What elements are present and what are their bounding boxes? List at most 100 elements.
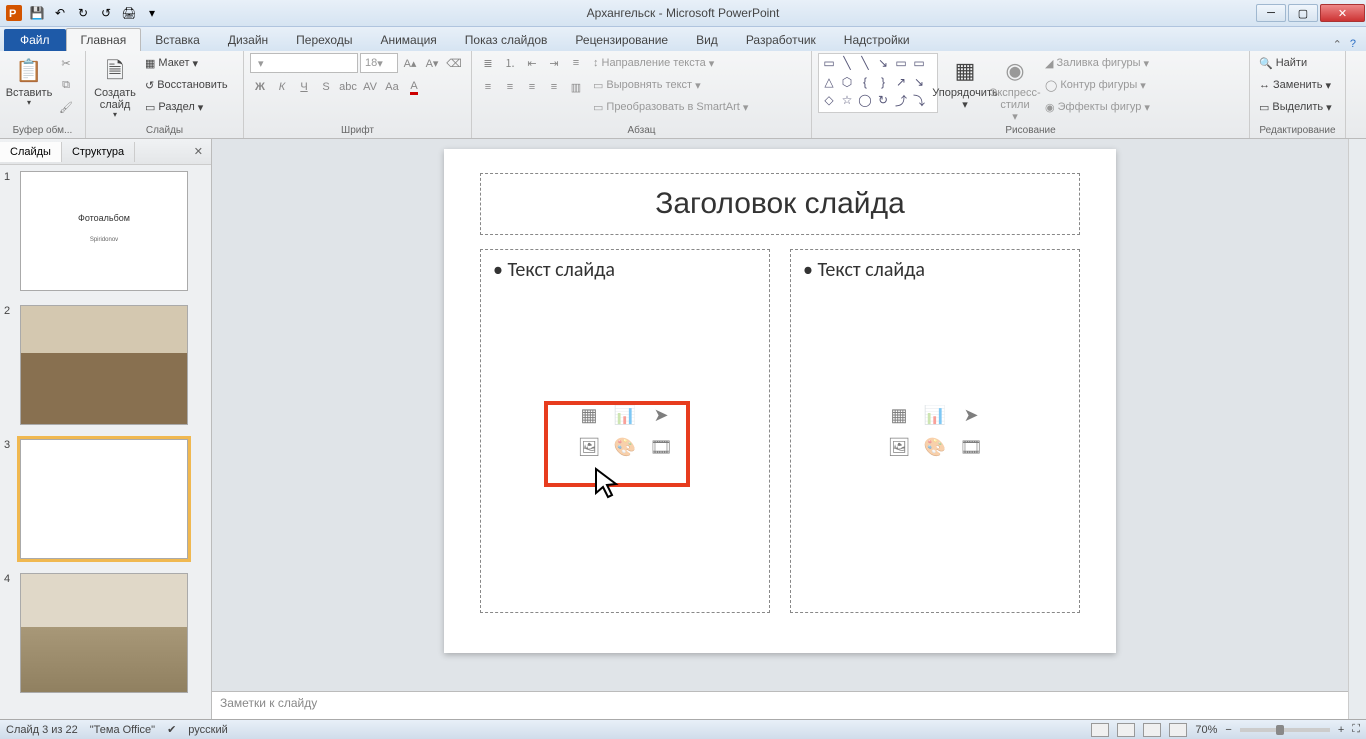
- undo-icon[interactable]: ↶: [50, 3, 70, 23]
- close-button[interactable]: ✕: [1320, 4, 1365, 22]
- tab-review[interactable]: Рецензирование: [561, 29, 682, 51]
- zoom-out-icon[interactable]: −: [1225, 724, 1231, 736]
- tab-design[interactable]: Дизайн: [214, 29, 282, 51]
- insert-clipart-icon[interactable]: 🎨: [609, 433, 641, 461]
- tab-home[interactable]: Главная: [66, 28, 142, 51]
- font-color-icon[interactable]: A: [404, 77, 424, 97]
- section-button[interactable]: ▭ Раздел ▾: [142, 97, 231, 117]
- bullets-icon[interactable]: ≣: [478, 53, 498, 73]
- print-icon[interactable]: 🖨: [119, 3, 139, 23]
- underline-icon[interactable]: Ч: [294, 77, 314, 97]
- paste-button[interactable]: 📋 Вставить ▾: [6, 53, 52, 108]
- fit-slide-icon[interactable]: ⛶: [1352, 723, 1360, 736]
- font-size-combo[interactable]: 18 ▾: [360, 53, 398, 73]
- file-tab[interactable]: Файл: [4, 29, 66, 51]
- cut-icon[interactable]: ✂: [56, 53, 76, 73]
- tab-animation[interactable]: Анимация: [366, 29, 450, 51]
- justify-icon[interactable]: ≡: [544, 77, 564, 97]
- layout-button[interactable]: ▦ Макет ▾: [142, 53, 231, 73]
- tab-developer[interactable]: Разработчик: [732, 29, 830, 51]
- thumb-row[interactable]: 1 Фотоальбом Spiridonov: [4, 171, 207, 291]
- insert-media-icon[interactable]: 🎞: [955, 433, 987, 461]
- insert-table-icon[interactable]: ▦: [883, 401, 915, 429]
- notes-pane[interactable]: Заметки к слайду: [212, 691, 1348, 719]
- tab-slideshow[interactable]: Показ слайдов: [451, 29, 562, 51]
- align-right-icon[interactable]: ≡: [522, 77, 542, 97]
- tab-addins[interactable]: Надстройки: [830, 29, 924, 51]
- thumb-row[interactable]: 2: [4, 305, 207, 425]
- find-button[interactable]: 🔍 Найти: [1256, 53, 1335, 73]
- arrange-button[interactable]: ▦ Упорядочить▾: [942, 53, 988, 111]
- thumb-row[interactable]: 4: [4, 573, 207, 693]
- shapes-gallery[interactable]: ▭╲╲↘▭▭ △⬡{}↗↘ ◇☆◯↻⤴⤵: [818, 53, 938, 113]
- insert-chart-icon[interactable]: 📊: [609, 401, 641, 429]
- quick-styles-button[interactable]: ◉ Экспресс-стили▾: [992, 53, 1038, 123]
- tab-view[interactable]: Вид: [682, 29, 732, 51]
- thumb-slide-2[interactable]: [20, 305, 188, 425]
- insert-clipart-icon[interactable]: 🎨: [919, 433, 951, 461]
- align-left-icon[interactable]: ≡: [478, 77, 498, 97]
- thumb-row[interactable]: 3: [4, 439, 207, 559]
- insert-chart-icon[interactable]: 📊: [919, 401, 951, 429]
- insert-table-icon[interactable]: ▦: [573, 401, 605, 429]
- slideshow-view-icon[interactable]: [1169, 723, 1187, 737]
- minimize-ribbon-icon[interactable]: ⌃: [1333, 38, 1342, 51]
- help-icon[interactable]: ?: [1350, 38, 1356, 51]
- thumb-slide-4[interactable]: [20, 573, 188, 693]
- new-slide-button[interactable]: 🗎 Создать слайд ▾: [92, 53, 138, 120]
- change-case-icon[interactable]: Aa: [382, 77, 402, 97]
- replace-button[interactable]: ↔ Заменить ▾: [1256, 75, 1335, 95]
- content-placeholder-right[interactable]: Текст слайда ▦ 📊 ➤ 🖼 🎨 🎞: [790, 249, 1080, 613]
- spacing-icon[interactable]: AV: [360, 77, 380, 97]
- align-center-icon[interactable]: ≡: [500, 77, 520, 97]
- format-painter-icon[interactable]: 🖌: [56, 97, 76, 117]
- content-placeholder-left[interactable]: Текст слайда ▦ 📊 ➤ 🖼 🎨 🎞: [480, 249, 770, 613]
- dec-indent-icon[interactable]: ⇤: [522, 53, 542, 73]
- tab-outline[interactable]: Структура: [62, 142, 135, 162]
- columns-icon[interactable]: ▥: [566, 77, 586, 97]
- vertical-scrollbar[interactable]: [1348, 139, 1366, 719]
- shrink-font-icon[interactable]: A▾: [422, 53, 442, 73]
- font-name-combo[interactable]: ▾: [250, 53, 358, 73]
- insert-picture-icon[interactable]: 🖼: [573, 433, 605, 461]
- reading-view-icon[interactable]: [1143, 723, 1161, 737]
- italic-icon[interactable]: К: [272, 77, 292, 97]
- text-direction-button[interactable]: ↕ Направление текста ▾: [590, 53, 751, 73]
- title-placeholder[interactable]: Заголовок слайда: [480, 173, 1080, 235]
- redo-icon[interactable]: ↻: [73, 3, 93, 23]
- inc-indent-icon[interactable]: ⇥: [544, 53, 564, 73]
- clear-format-icon[interactable]: ⌫: [444, 53, 464, 73]
- minimize-button[interactable]: ─: [1256, 4, 1286, 22]
- save-icon[interactable]: 💾: [27, 3, 47, 23]
- shape-outline-button[interactable]: ◯ Контур фигуры ▾: [1042, 75, 1153, 95]
- sorter-view-icon[interactable]: [1117, 723, 1135, 737]
- insert-smartart-icon[interactable]: ➤: [645, 401, 677, 429]
- status-language[interactable]: русский: [188, 724, 227, 736]
- smartart-button[interactable]: ▭ Преобразовать в SmartArt ▾: [590, 97, 751, 117]
- shape-effects-button[interactable]: ◉ Эффекты фигур ▾: [1042, 97, 1153, 117]
- select-button[interactable]: ▭ Выделить ▾: [1256, 97, 1335, 117]
- insert-picture-icon[interactable]: 🖼: [883, 433, 915, 461]
- tab-insert[interactable]: Вставка: [141, 29, 214, 51]
- insert-smartart-icon[interactable]: ➤: [955, 401, 987, 429]
- slide-canvas[interactable]: Заголовок слайда Текст слайда ▦ 📊 ➤ 🖼 🎨 …: [212, 139, 1348, 691]
- numbering-icon[interactable]: ⒈: [500, 53, 520, 73]
- zoom-slider[interactable]: [1240, 728, 1330, 732]
- line-spacing-icon[interactable]: ≡: [566, 53, 586, 73]
- tab-slides[interactable]: Слайды: [0, 142, 62, 162]
- qat-customize-icon[interactable]: ▾: [142, 3, 162, 23]
- grow-font-icon[interactable]: A▴: [400, 53, 420, 73]
- panel-close-icon[interactable]: ✕: [186, 145, 211, 158]
- thumbnail-list[interactable]: 1 Фотоальбом Spiridonov 2 3 4: [0, 165, 211, 719]
- repeat-icon[interactable]: ↺: [96, 3, 116, 23]
- insert-media-icon[interactable]: 🎞: [645, 433, 677, 461]
- zoom-in-icon[interactable]: +: [1338, 724, 1344, 736]
- maximize-button[interactable]: ▢: [1288, 4, 1318, 22]
- strike-icon[interactable]: S: [316, 77, 336, 97]
- shadow-icon[interactable]: abc: [338, 77, 358, 97]
- thumb-slide-1[interactable]: Фотоальбом Spiridonov: [20, 171, 188, 291]
- bold-icon[interactable]: Ж: [250, 77, 270, 97]
- reset-button[interactable]: ↺ Восстановить: [142, 75, 231, 95]
- spellcheck-icon[interactable]: ✔: [167, 723, 176, 736]
- align-text-button[interactable]: ▭ Выровнять текст ▾: [590, 75, 751, 95]
